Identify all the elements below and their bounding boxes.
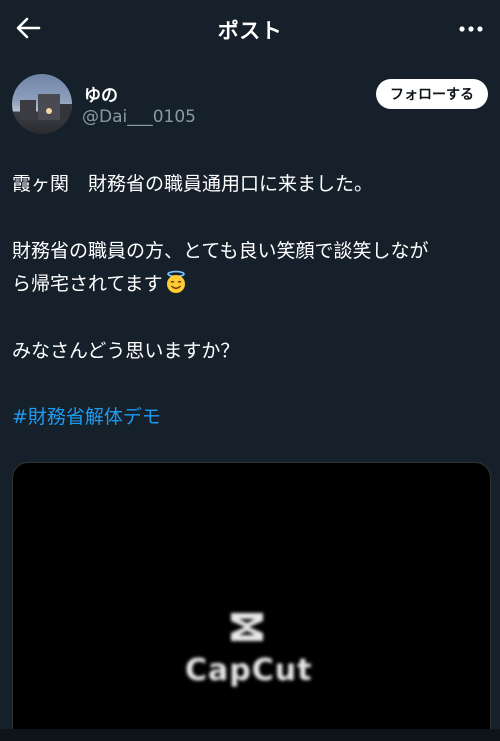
author-display-name[interactable]: ゆの (84, 81, 118, 106)
post-text-line: 財務省の職員の方、とても良い笑顔で談笑しなが (12, 240, 429, 262)
avatar[interactable] (12, 74, 72, 134)
smiling-face-with-halo-icon (164, 270, 188, 294)
capcut-watermark: CapCut (185, 607, 313, 688)
post-text-line: 霞ヶ関 財務省の職員通用口に来ました。 (12, 173, 374, 195)
post-detail-screen: ポスト ゆの @Dai___0105 フォローする 霞ヶ関 財務省の職員通用口に… (0, 0, 500, 741)
post-text-line: ら帰宅されてます (12, 273, 163, 295)
more-horizontal-icon (459, 26, 483, 32)
follow-button[interactable]: フォローする (376, 79, 488, 109)
post-text: 霞ヶ関 財務省の職員通用口に来ました。 財務省の職員の方、とても良い笑顔で談笑し… (12, 168, 482, 368)
capcut-logo-icon (231, 613, 263, 641)
page-title: ポスト (217, 19, 283, 43)
post-text-line: みなさんどう思いますか？ (12, 340, 240, 362)
top-bar: ポスト (0, 0, 500, 58)
post-text-line-with-emoji: ら帰宅されてます (12, 268, 482, 301)
hashtag-link[interactable]: #財務省解体デモ (12, 402, 161, 429)
video-media[interactable]: CapCut (12, 462, 491, 741)
capcut-watermark-text: CapCut (185, 653, 313, 688)
more-options-button[interactable] (456, 14, 486, 44)
bottom-edge (0, 729, 500, 741)
author-row: ゆの @Dai___0105 フォローする (12, 74, 488, 138)
author-handle[interactable]: @Dai___0105 (82, 107, 196, 127)
